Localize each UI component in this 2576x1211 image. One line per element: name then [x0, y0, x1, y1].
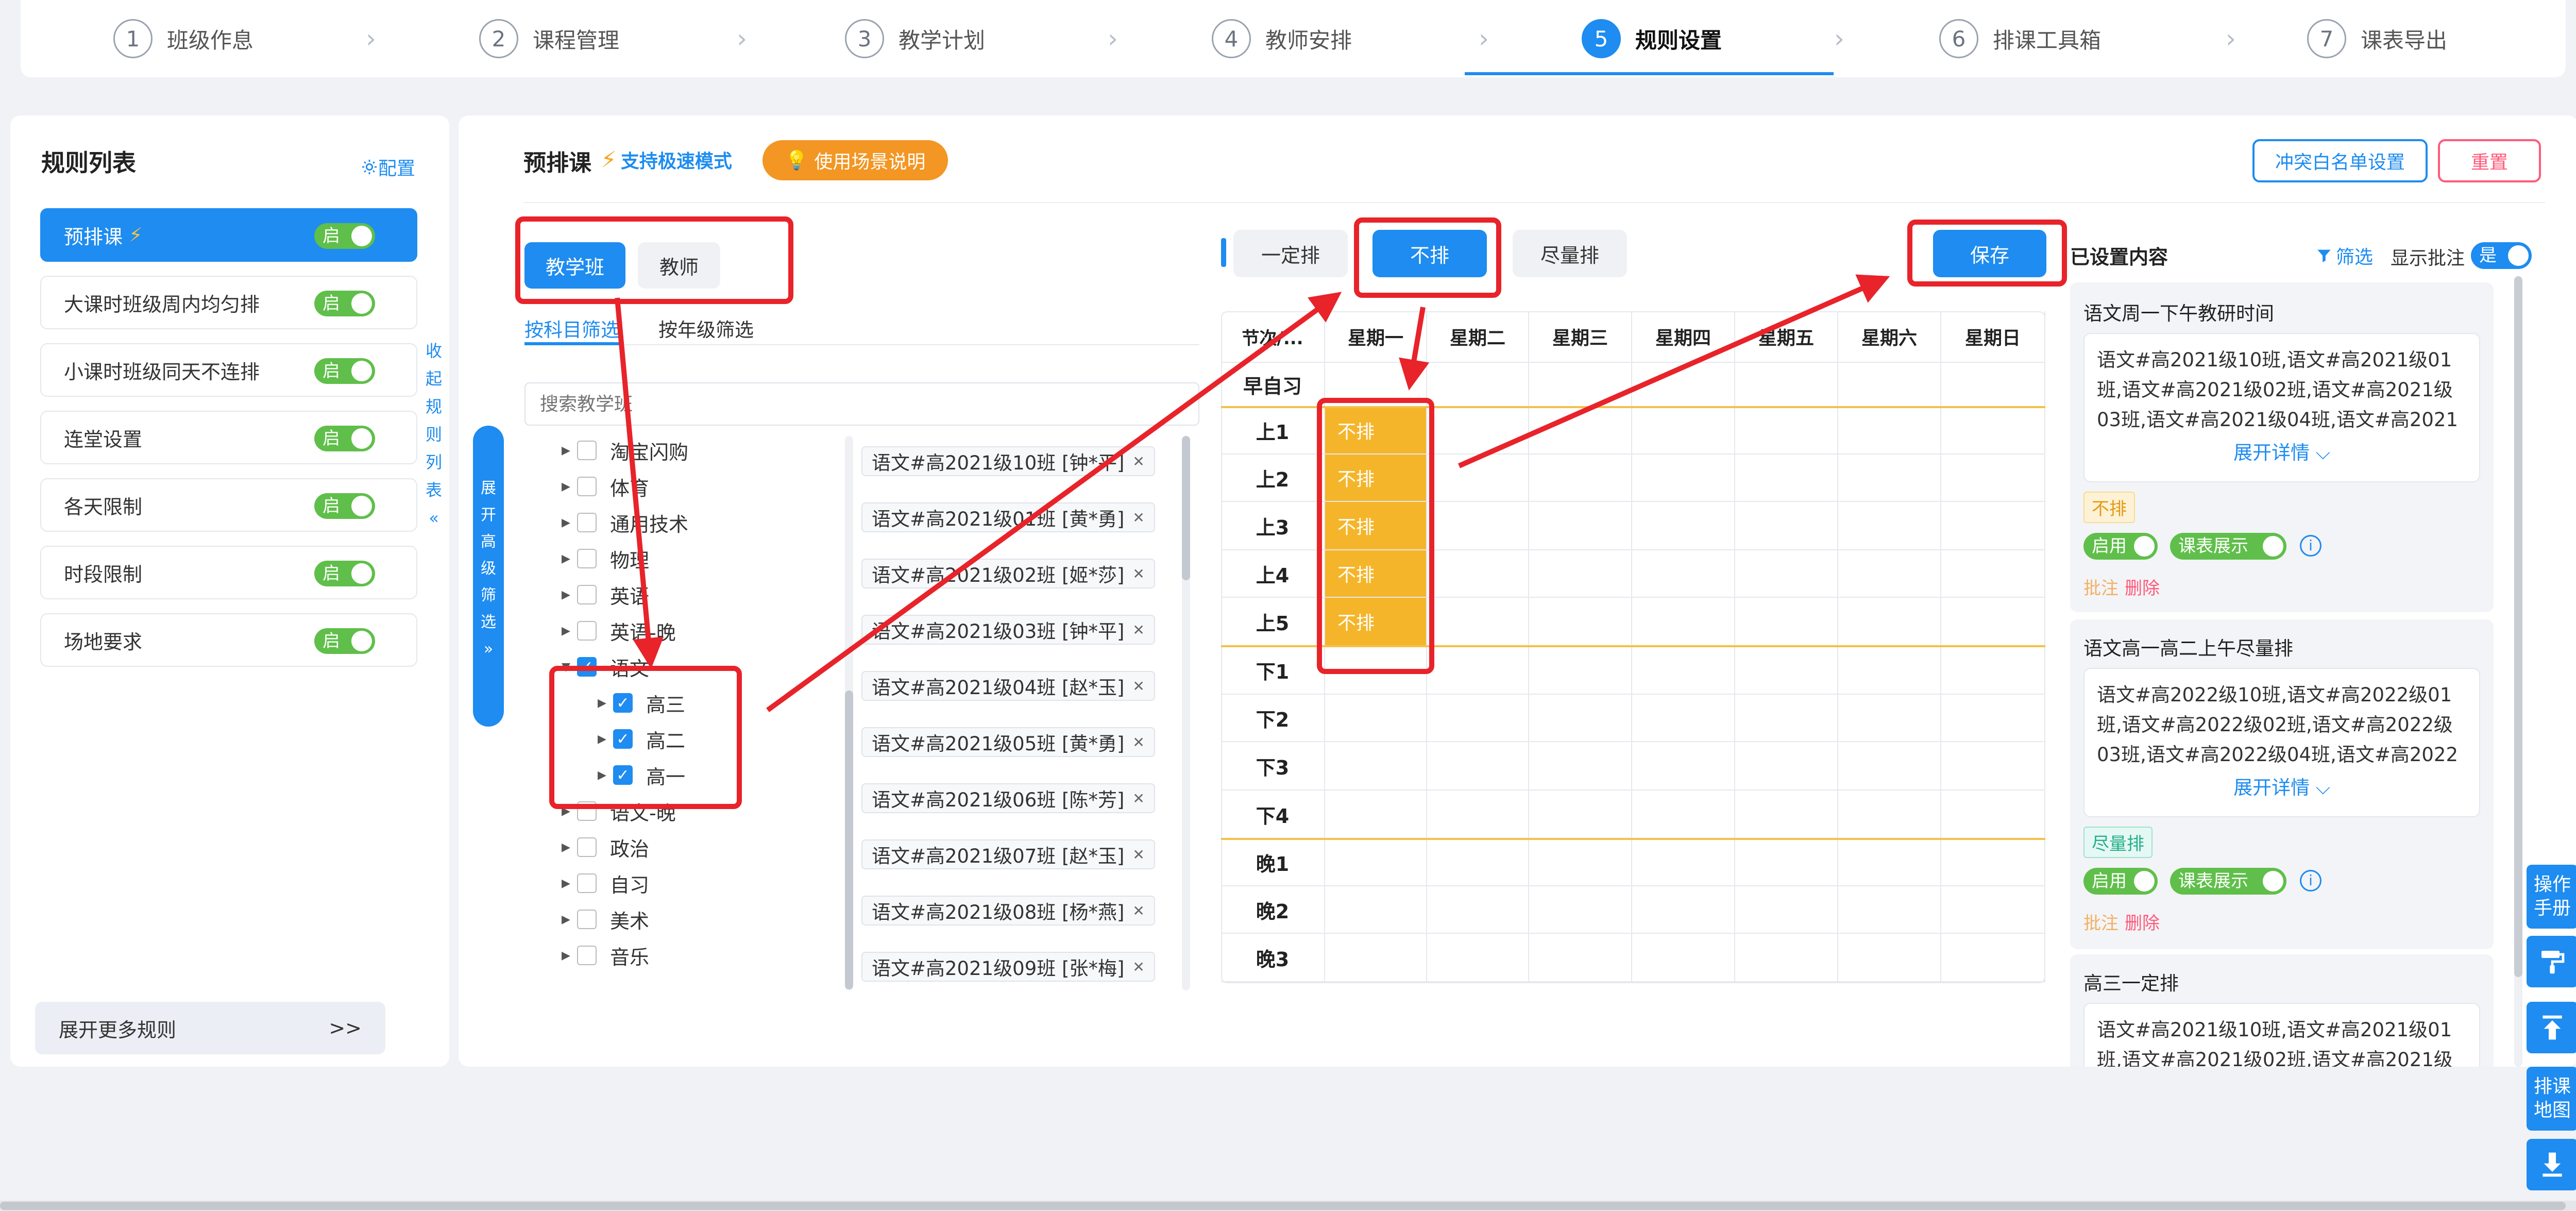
annotation-arrows: [615, 274, 1890, 713]
arrow-tree-to-mode: [766, 292, 1342, 713]
arrow-mode-to-cells: [1399, 307, 1430, 391]
arrow-toggle-to-tree: [615, 297, 664, 669]
arrow-cells-to-save: [1458, 274, 1890, 468]
